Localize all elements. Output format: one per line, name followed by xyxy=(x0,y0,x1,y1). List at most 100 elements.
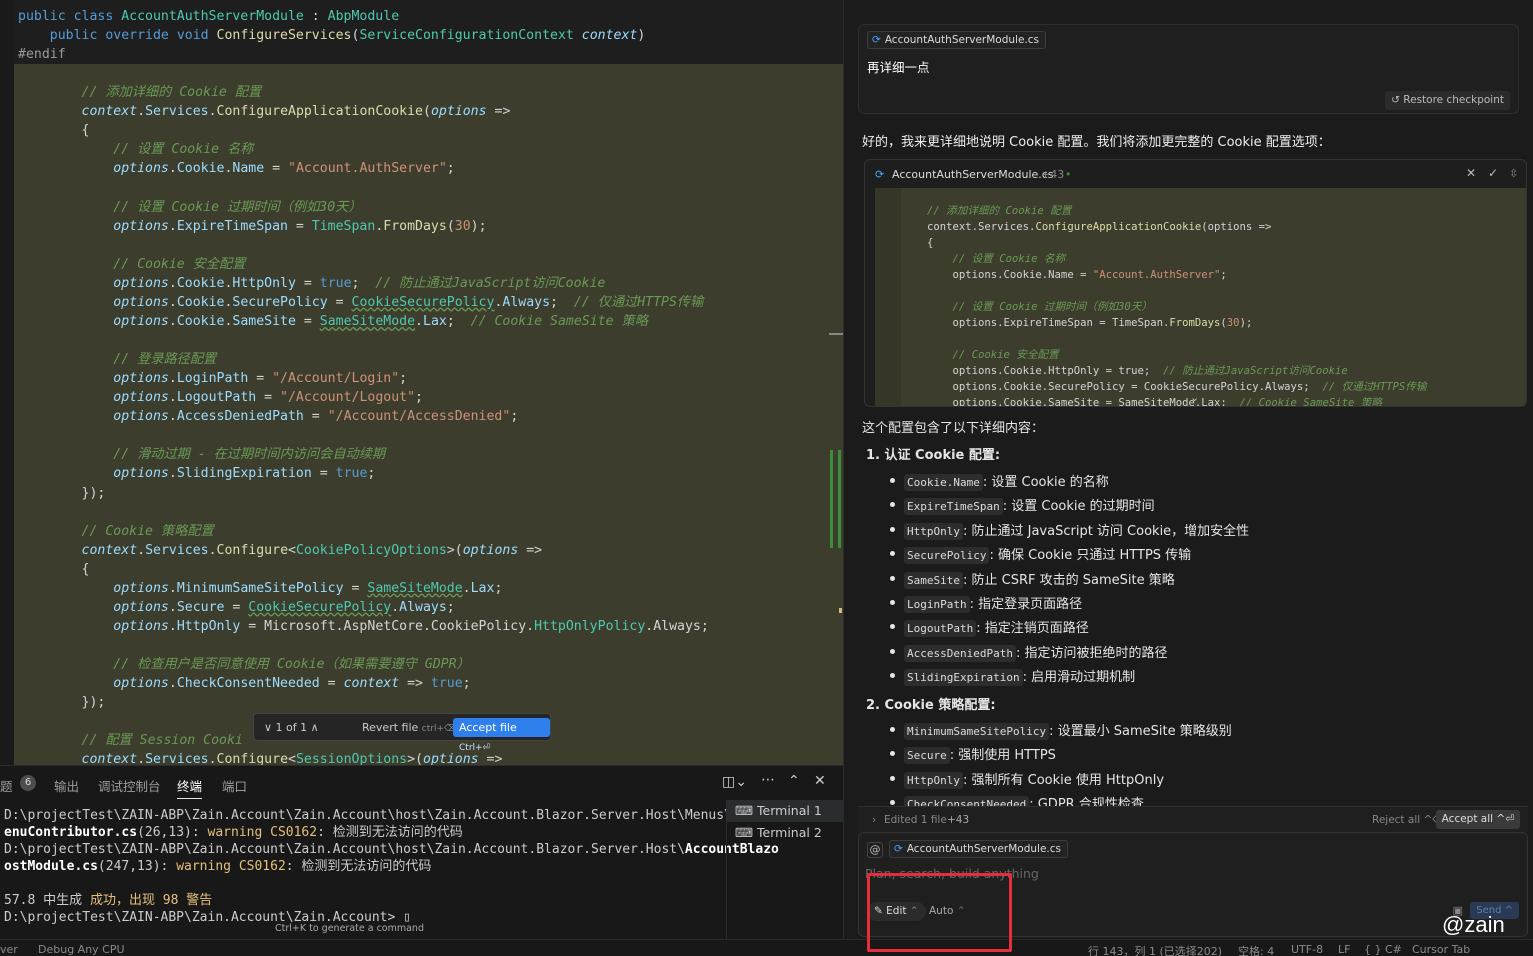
restore-checkpoint-button[interactable]: ↺ Restore checkpoint xyxy=(1385,91,1510,110)
terminal-line: 57.8 中生成 成功，出现 98 警告 xyxy=(4,893,213,908)
snippet-line: // 添加详细的 Cookie 配置 xyxy=(927,205,1072,217)
chevron-down-icon[interactable]: ⌄ xyxy=(1190,391,1199,404)
code-line: context.Services.Configure<SessionOption… xyxy=(81,752,503,765)
code-line: // Cookie 安全配置 xyxy=(18,256,246,272)
close-panel-icon[interactable]: ✕ xyxy=(814,773,826,789)
terminal-item[interactable]: ⌨ Terminal 1 xyxy=(727,800,843,822)
property-code: LogoutPath xyxy=(904,620,977,638)
csharp-file-icon: ⟳ xyxy=(894,843,903,855)
code-line: context.Services.ConfigureApplicationCoo… xyxy=(81,104,511,120)
terminal-line: ostModule.cs(247,13): warning CS0162: 检测… xyxy=(4,859,432,874)
code-line: // 设置 Cookie 名称 xyxy=(18,142,254,158)
terminal-item-label: Terminal 2 xyxy=(757,825,822,840)
bullet-item: LogoutPath: 指定注销页面路径 xyxy=(890,617,1089,638)
property-code: Cookie.Name xyxy=(904,474,983,491)
diff-pager[interactable]: ∨ 1 of 1 ∧ xyxy=(264,721,319,734)
split-terminal-icon[interactable]: ◫⌄ xyxy=(722,774,747,790)
code-line: context.Services.Configure<CookiePolicyO… xyxy=(81,542,543,558)
bullet-text: : 设置 Cookie 的过期时间 xyxy=(1002,499,1155,515)
chevron-right-icon[interactable]: › xyxy=(872,814,876,826)
status-cursor-tab[interactable]: Cursor Tab xyxy=(1412,943,1470,956)
tab-debug-console[interactable]: 调试控制台 xyxy=(98,776,161,795)
terminal-output[interactable]: D:\projectTest\ZAIN-ABP\Zain.Account\Zai… xyxy=(0,800,779,940)
status-cursor-position[interactable]: 行 143，列 1 (已选择202) xyxy=(1088,943,1222,956)
snippet-line: // Cookie 安全配置 xyxy=(927,349,1059,361)
file-context-chip[interactable]: ⟳ AccountAuthServerModule.cs xyxy=(867,31,1047,49)
editor-gutter xyxy=(0,0,14,765)
code-line: options.CheckConsentNeeded = context => … xyxy=(113,676,471,692)
code-block-body: // 添加详细的 Cookie 配置 context.Services.Confi… xyxy=(875,188,1526,406)
chat-pane: ⟳ AccountAuthServerModule.cs 再详细一点 ↺ Rest… xyxy=(843,0,1533,939)
snippet-line: // 设置 Cookie 过期时间（例如30天） xyxy=(927,301,1152,313)
code-line: }); xyxy=(18,695,106,711)
code-line: public class AccountAuthServerModule : A… xyxy=(18,9,400,24)
editor-scrollbar[interactable] xyxy=(829,330,843,630)
status-language[interactable]: { } C# xyxy=(1364,943,1402,956)
code-line: options.Cookie.Name = "Account.AuthServe… xyxy=(113,161,455,177)
tab-output[interactable]: 输出 xyxy=(54,776,79,795)
expand-icon[interactable]: ⇳ xyxy=(1509,167,1518,180)
snippet-line: options.Cookie.Name = "Account.AuthServe… xyxy=(927,269,1227,281)
maximize-panel-icon[interactable]: ⌃ xyxy=(788,773,800,789)
edited-files-label[interactable]: Edited 1 file xyxy=(884,814,947,826)
code-block: ⟳ AccountAuthServerModule.cs +43 • ✕ ✓ ⇳… xyxy=(864,159,1527,407)
restore-label: Restore checkpoint xyxy=(1403,94,1504,106)
accept-shortcut: Ctrl+⏎ xyxy=(459,743,491,753)
code-line: options.MinimumSameSitePolicy = SameSite… xyxy=(113,580,503,596)
property-code: Secure xyxy=(904,747,950,765)
property-code: AccessDeniedPath xyxy=(904,644,1016,662)
accept-all-button[interactable]: Accept all ^⏎ xyxy=(1435,810,1520,829)
bullet-text: : 设置最小 SameSite 策略级别 xyxy=(1049,724,1232,739)
bullet-item: Cookie.Name: 设置 Cookie 的名称 xyxy=(890,471,1109,491)
bottom-panel: 题 6 输出 调试控制台 终端 端口 ◫⌄ ⋯ ⌃ ✕ D:\projectTe… xyxy=(0,765,843,940)
status-encoding[interactable]: UTF-8 xyxy=(1291,943,1323,956)
property-code: LoginPath xyxy=(904,596,970,613)
restore-icon: ↺ xyxy=(1391,94,1404,106)
terminal-hint: Ctrl+K to generate a command xyxy=(275,923,424,934)
more-actions-icon[interactable]: ⋯ xyxy=(761,772,775,788)
code-block-header: ⟳ AccountAuthServerModule.cs +43 • ✕ ✓ ⇳ xyxy=(865,160,1526,188)
reject-icon[interactable]: ✕ xyxy=(1466,166,1476,180)
tab-terminal[interactable]: 终端 xyxy=(177,776,203,799)
bullet-text: : 启用滑动过期机制 xyxy=(1022,670,1136,686)
accept-icon[interactable]: ✓ xyxy=(1488,166,1498,180)
status-indent[interactable]: 空格: 4 xyxy=(1238,943,1274,956)
code-line: // 添加详细的 Cookie 配置 xyxy=(18,85,262,101)
tab-ports[interactable]: 端口 xyxy=(222,776,247,795)
accept-file-button[interactable]: Accept file Ctrl+⏎ xyxy=(453,718,550,753)
bullet-item: HttpOnly: 防止通过 JavaScript 访问 Cookie，增加安全… xyxy=(889,520,1249,540)
code-line: // 设置 Cookie 过期时间（例如30天） xyxy=(18,199,362,215)
property-code: HttpOnly xyxy=(904,771,963,789)
bullet-item: SameSite: 防止 CSRF 攻击的 SameSite 策略 xyxy=(890,569,1175,589)
bullet-item: Secure: 强制使用 HTTPS xyxy=(890,744,1056,765)
code-editor[interactable]: public class AccountAuthServerModule : A… xyxy=(0,0,843,765)
code-line: options.Secure = CookieSecurePolicy.Alwa… xyxy=(113,599,455,615)
code-line: options.HttpOnly = Microsoft.AspNetCore.… xyxy=(113,618,709,634)
bullet-text: : 强制所有 Cookie 使用 HttpOnly xyxy=(962,772,1165,788)
input-file-chip[interactable]: ⟳ AccountAuthServerModule.cs xyxy=(889,840,1069,858)
property-code: SecurePolicy xyxy=(904,547,990,565)
code-block-filename[interactable]: AccountAuthServerModule.cs xyxy=(892,168,1054,181)
answer-summary: 这个配置包含了以下详细内容： xyxy=(862,421,1045,436)
property-code: MinimumSameSitePolicy xyxy=(904,723,1050,740)
accept-file-label: Accept file xyxy=(459,721,517,734)
terminal-list: ⌨ Terminal 1 ⌨ Terminal 2 xyxy=(726,800,843,940)
code-line: options.LoginPath = "/Account/Login"; xyxy=(113,371,408,387)
bullet-item: AccessDeniedPath: 指定访问被拒绝时的路径 xyxy=(889,642,1168,662)
mention-icon[interactable]: @ xyxy=(867,842,883,858)
revert-file-button[interactable]: Revert file ctrl+⌫ xyxy=(362,721,457,734)
bullet-text: : 指定登录页面路径 xyxy=(969,597,1083,612)
status-config[interactable]: Debug Any CPU xyxy=(38,943,125,956)
tab-problems[interactable]: 题 xyxy=(0,776,13,795)
code-line: options.Cookie.SecurePolicy = CookieSecu… xyxy=(113,294,704,310)
user-message-card[interactable]: ⟳ AccountAuthServerModule.cs 再详细一点 ↺ Rest… xyxy=(858,24,1519,114)
property-code: ExpireTimeSpan xyxy=(904,498,1003,516)
code-line: options.SlidingExpiration = true; xyxy=(113,466,376,482)
terminal-item[interactable]: ⌨ Terminal 2 xyxy=(727,822,843,844)
status-left-1[interactable]: ver xyxy=(0,943,18,956)
status-eol[interactable]: LF xyxy=(1338,943,1350,956)
terminal-line: D:\projectTest\ZAIN-ABP\Zain.Account\Zai… xyxy=(4,842,779,857)
bullet-text: : 指定访问被拒绝时的路径 xyxy=(1015,645,1168,661)
property-code: SameSite xyxy=(904,571,963,589)
problems-count-badge: 6 xyxy=(20,775,36,791)
